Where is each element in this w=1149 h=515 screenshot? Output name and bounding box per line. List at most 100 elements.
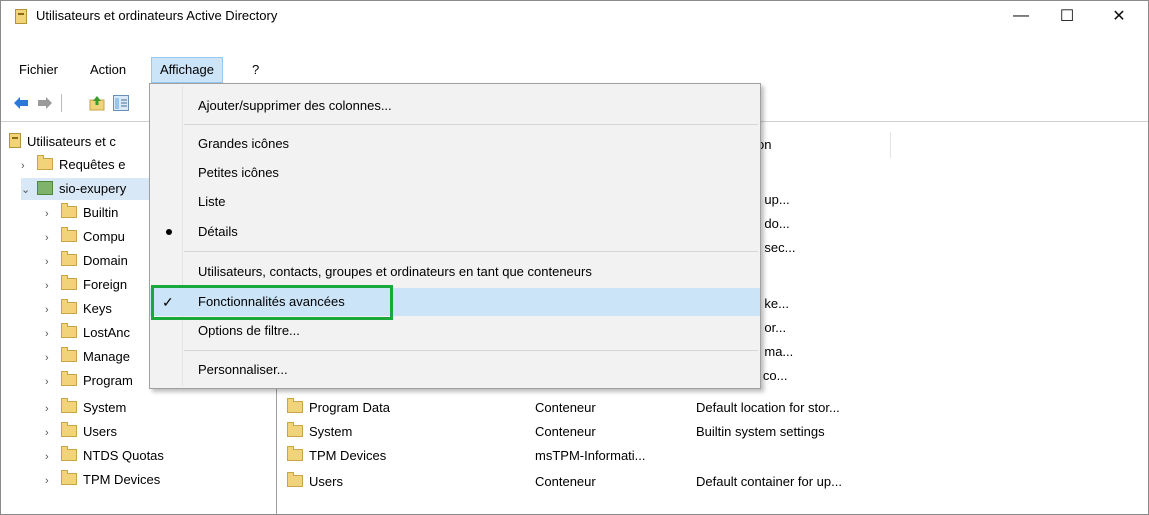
list-row-program-data[interactable]: Program Data Conteneur Default location … [287,396,907,420]
menu-item-label: Personnaliser... [198,362,288,377]
chevron-right-icon[interactable]: › [21,155,33,177]
list-row-system[interactable]: System Conteneur Builtin system settings [287,420,907,444]
chevron-right-icon[interactable]: › [45,203,57,225]
tree-item-program[interactable]: › Program [45,370,133,392]
aduc-root-icon [9,133,21,148]
tree-item-label: Program [83,373,133,388]
tree-item-users[interactable]: › Users [45,421,117,443]
aduc-window: Utilisateurs et ordinateurs Active Direc… [0,0,1149,515]
name-cell: TPM Devices [309,448,387,463]
toolbar-separator [61,94,62,112]
folder-icon [61,470,77,485]
type-cell: Conteneur [535,400,596,415]
tree-item-lostandfound[interactable]: › LostAnc [45,322,130,344]
close-button[interactable]: ✕ [1096,1,1142,31]
show-console-tree-icon[interactable] [113,95,129,111]
menu-item-filter-options[interactable]: Options de filtre... [150,317,760,345]
tree-item-label: sio-exupery [59,181,127,196]
folder-icon [287,472,303,487]
tree-item-domain-controllers[interactable]: › Domain [45,250,128,272]
type-cell: Conteneur [535,424,596,439]
description-cell: Builtin system settings [696,424,825,439]
folder-icon [61,347,77,362]
menu-item-details[interactable]: Détails [150,218,760,246]
tree-item-label: Builtin [83,205,119,220]
menu-affichage[interactable]: Affichage [151,57,223,83]
folder-icon [287,422,303,437]
tree-item-label: System [83,400,127,415]
chevron-right-icon[interactable]: › [45,398,57,420]
tree-item-computers[interactable]: › Compu [45,226,125,248]
tree-root-label: Utilisateurs et c [27,134,116,149]
menu-item-list[interactable]: Liste [150,188,760,216]
menu-bar: Fichier Action Affichage ? [1,57,1148,83]
tree-item-builtin[interactable]: › Builtin [45,202,118,224]
folder-icon [287,446,303,461]
view-menu-dropdown: Ajouter/supprimer des colonnes... Grande… [149,83,761,389]
menu-item-users-as-containers[interactable]: Utilisateurs, contacts, groupes et ordin… [150,258,760,286]
tree-item-label: Domain [83,253,128,268]
chevron-right-icon[interactable]: › [45,275,57,297]
menu-item-label: Petites icônes [198,165,279,180]
folder-icon [61,227,77,242]
menu-item-add-remove-columns[interactable]: Ajouter/supprimer des colonnes... [150,92,760,120]
type-cell: msTPM-Informati... [535,448,646,463]
domain-icon [37,181,53,195]
chevron-right-icon[interactable]: › [45,422,57,444]
tree-item-ntds-quotas[interactable]: › NTDS Quotas [45,445,164,467]
chevron-right-icon[interactable]: › [45,251,57,273]
menu-item-label: Ajouter/supprimer des colonnes... [198,98,392,113]
column-header-description[interactable]: on [751,132,891,158]
chevron-right-icon[interactable]: › [45,446,57,468]
chevron-right-icon[interactable]: › [45,470,57,492]
tree-item-tpm-devices[interactable]: › TPM Devices [45,469,160,491]
ou-folder-icon [61,251,77,266]
chevron-right-icon[interactable]: › [45,323,57,345]
menu-separator [184,251,758,252]
tree-item-managed[interactable]: › Manage [45,346,130,368]
annotation-highlight-box [151,285,393,320]
tree-item-label: Users [83,424,117,439]
folder-icon [37,155,53,170]
menu-item-small-icons[interactable]: Petites icônes [150,159,760,187]
folder-icon [61,422,77,437]
list-row-users[interactable]: Users Conteneur Default container for up… [287,470,907,494]
menu-item-label: Liste [198,194,226,209]
name-cell: Users [309,474,343,489]
window-title: Utilisateurs et ordinateurs Active Direc… [36,8,278,23]
menu-help[interactable]: ? [244,57,267,83]
tree-item-system[interactable]: › System [45,397,126,419]
maximize-button[interactable]: ☐ [1044,1,1090,31]
chevron-right-icon[interactable]: › [45,299,57,321]
folder-icon [61,323,77,338]
menu-separator [184,124,758,125]
tree-root[interactable]: Utilisateurs et c [9,131,116,153]
menu-fichier[interactable]: Fichier [11,57,66,83]
chevron-right-icon[interactable]: › [45,347,57,369]
tree-item-label: LostAnc [83,325,130,340]
tree-item-label: Manage [83,349,130,364]
chevron-right-icon[interactable]: › [45,227,57,249]
chevron-down-icon[interactable]: ⌄ [21,179,33,201]
list-row-tpm-devices[interactable]: TPM Devices msTPM-Informati... [287,444,907,468]
menu-item-customize[interactable]: Personnaliser... [150,356,760,384]
folder-icon [61,398,77,413]
back-arrow-icon[interactable] [13,95,29,111]
menu-item-large-icons[interactable]: Grandes icônes [150,130,760,158]
menu-item-label: Détails [198,224,238,239]
folder-icon [61,446,77,461]
chevron-right-icon[interactable]: › [45,371,57,393]
tree-item-keys[interactable]: › Keys [45,298,112,320]
minimize-button[interactable]: — [998,1,1044,31]
folder-icon [61,275,77,290]
title-bar: Utilisateurs et ordinateurs Active Direc… [1,1,1148,31]
tree-item-label: Requêtes e [59,157,126,172]
name-cell: Program Data [309,400,390,415]
tree-item-domain[interactable]: ⌄ sio-exupery [21,178,151,200]
up-folder-icon[interactable] [89,95,105,111]
tree-item-saved-queries[interactable]: › Requêtes e [21,154,126,176]
forward-arrow-icon[interactable] [37,95,53,111]
folder-icon [61,299,77,314]
menu-action[interactable]: Action [82,57,134,83]
tree-item-foreign[interactable]: › Foreign [45,274,127,296]
